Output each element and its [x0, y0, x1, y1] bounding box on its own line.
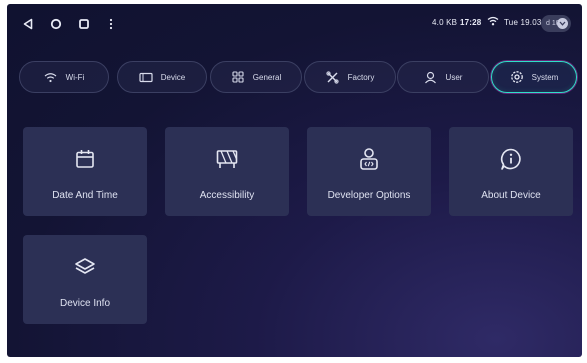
tab-general[interactable]: General [210, 61, 302, 93]
tab-factory[interactable]: Factory [304, 61, 396, 93]
tab-system[interactable]: System [491, 61, 577, 93]
tab-label: Wi-Fi [65, 72, 85, 82]
tile-developer-options[interactable]: Developer Options [307, 127, 431, 216]
layers-icon [73, 255, 97, 279]
net-speed: 4.0 KB [432, 18, 458, 27]
tab-device[interactable]: Device [117, 61, 207, 93]
recents-icon[interactable] [76, 16, 92, 32]
tile-accessibility[interactable]: Accessibility [165, 127, 289, 216]
device-icon [139, 70, 153, 84]
tile-label: Developer Options [327, 190, 411, 201]
tab-label: System [531, 72, 559, 82]
tile-about-device[interactable]: About Device [449, 127, 573, 216]
tile-label: Date And Time [52, 190, 118, 201]
tab-label: Device [160, 72, 186, 82]
tools-icon [326, 70, 340, 84]
tab-label: Factory [347, 72, 375, 82]
chevron-down-icon [557, 18, 568, 29]
grid-icon [231, 70, 245, 84]
accessibility-icon [215, 147, 239, 171]
wifi-icon [44, 70, 58, 84]
status-bar: 4.0 KB 17:28 Tue 19.03 d 10 [7, 4, 582, 44]
tab-wifi[interactable]: Wi-Fi [19, 61, 109, 93]
tile-date-and-time[interactable]: Date And Time [23, 127, 147, 216]
tile-label: Accessibility [199, 190, 255, 201]
gear-icon [510, 70, 524, 84]
developer-icon [357, 147, 381, 171]
tile-label: Device Info [59, 298, 111, 309]
tab-label: User [445, 72, 463, 82]
tab-user[interactable]: User [397, 61, 489, 93]
battery-indicator[interactable]: d 10 [541, 15, 571, 32]
clock: 17:28 [460, 18, 482, 27]
info-icon [499, 147, 523, 171]
wifi-signal-icon [487, 16, 499, 28]
more-vert-icon[interactable] [103, 16, 119, 32]
tab-label: General [252, 72, 282, 82]
back-icon[interactable] [20, 16, 36, 32]
user-icon [424, 70, 438, 84]
tile-device-info[interactable]: Device Info [23, 235, 147, 324]
calendar-icon [73, 147, 97, 171]
date: Tue 19.03 [504, 18, 542, 27]
home-icon[interactable] [48, 16, 64, 32]
settings-screen: 4.0 KB 17:28 Tue 19.03 d 10 Wi-Fi Device… [7, 4, 582, 357]
tile-label: About Device [481, 190, 541, 201]
